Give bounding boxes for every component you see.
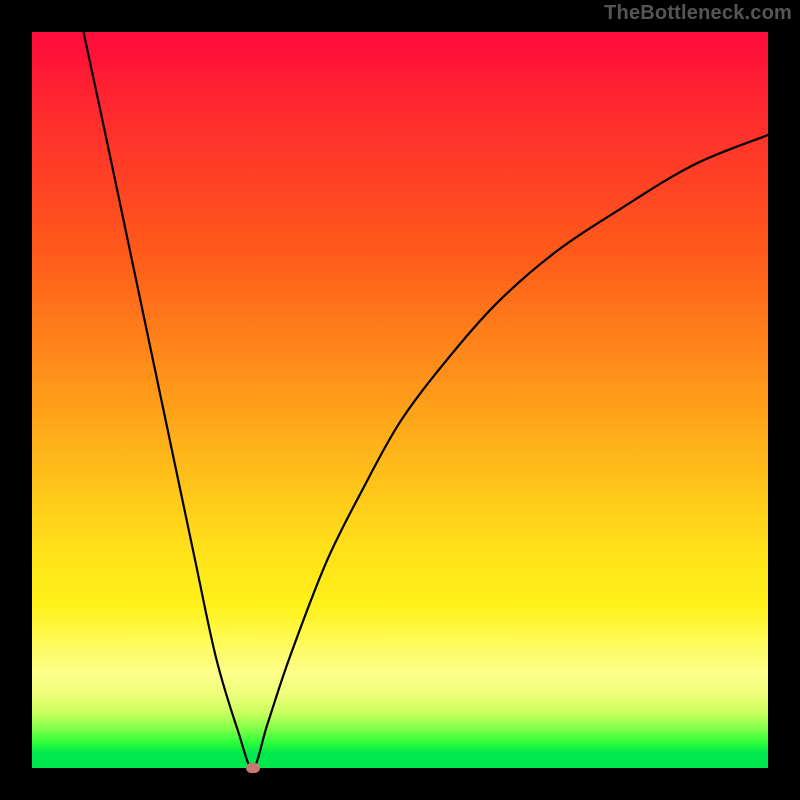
chart-frame: TheBottleneck.com [0, 0, 800, 800]
bottleneck-curve [32, 32, 768, 768]
minimum-marker [246, 763, 260, 773]
watermark-text: TheBottleneck.com [604, 2, 792, 25]
plot-area [32, 32, 768, 768]
curve-path [84, 32, 768, 768]
